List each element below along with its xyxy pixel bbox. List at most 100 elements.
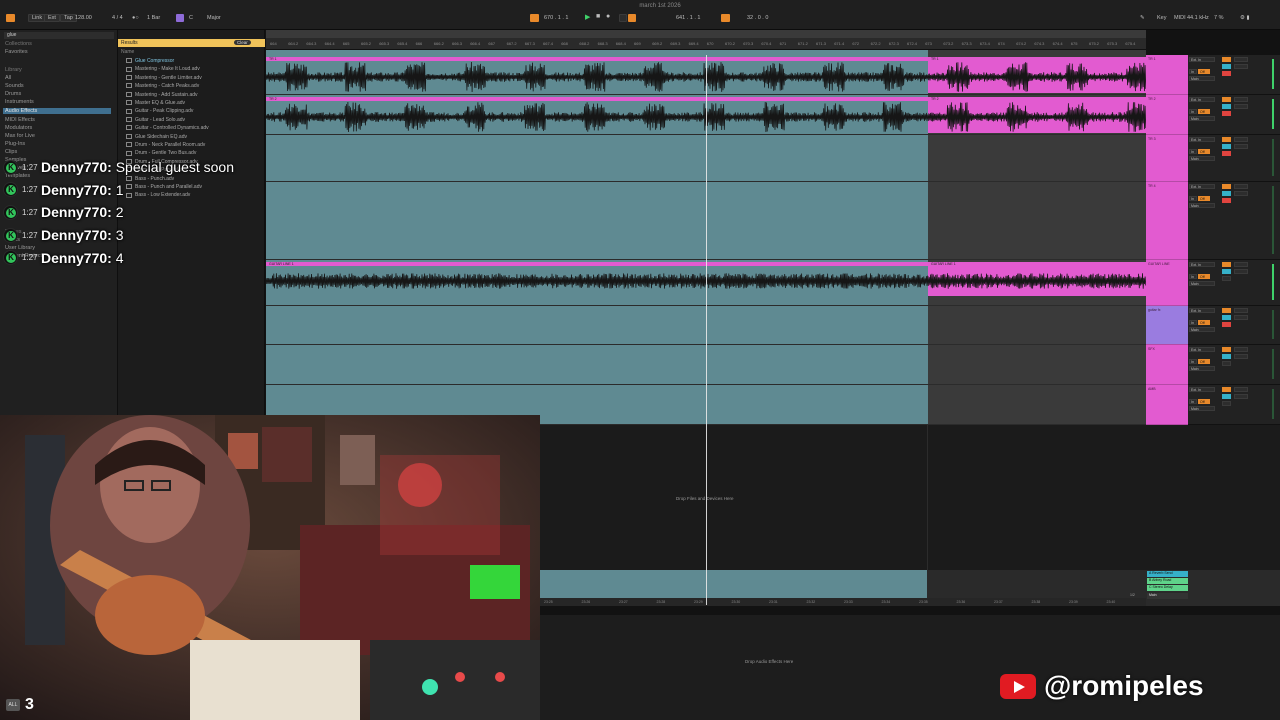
key-root-select[interactable]: C bbox=[189, 15, 193, 21]
result-item[interactable]: Mastering - Catch Peaks.adv bbox=[126, 82, 199, 90]
monitor-off-button[interactable]: Off bbox=[1198, 149, 1210, 154]
loop-switch-icon[interactable] bbox=[721, 14, 730, 22]
audio-clip[interactable] bbox=[265, 101, 929, 133]
volume-field[interactable] bbox=[1234, 137, 1248, 142]
monitor-off-button[interactable]: Off bbox=[1198, 399, 1210, 404]
pan-field[interactable] bbox=[1234, 64, 1248, 69]
return-b-label[interactable]: B Abbey Road bbox=[1147, 578, 1188, 584]
track-name[interactable]: TR 2 bbox=[1146, 95, 1188, 135]
scale-select[interactable]: Major bbox=[207, 15, 221, 21]
monitor-in-button[interactable]: In bbox=[1189, 149, 1197, 154]
arrangement-overdub-icon[interactable] bbox=[530, 14, 539, 22]
return-c-label[interactable]: C Stereo Delay bbox=[1147, 585, 1188, 591]
track-name[interactable]: TR 1 bbox=[1146, 55, 1188, 95]
monitor-off-button[interactable]: Off bbox=[1198, 359, 1210, 364]
arm-button[interactable] bbox=[1222, 198, 1231, 203]
pan-field[interactable] bbox=[1234, 394, 1248, 399]
library-item-sounds[interactable]: Sounds bbox=[5, 83, 24, 89]
input-type-select[interactable]: Ext. In bbox=[1189, 57, 1215, 62]
result-item[interactable]: Glue Sidechain EQ.adv bbox=[126, 133, 187, 141]
output-select[interactable]: Main bbox=[1189, 116, 1215, 121]
metronome-icon[interactable]: ●○ bbox=[132, 15, 139, 21]
library-item-max-for-live[interactable]: Max for Live bbox=[5, 133, 35, 139]
track-activator-button[interactable] bbox=[1222, 57, 1231, 62]
monitor-in-button[interactable]: In bbox=[1189, 359, 1197, 364]
pan-field[interactable] bbox=[1234, 144, 1248, 149]
track-activator-button[interactable] bbox=[1222, 97, 1231, 102]
arm-button[interactable] bbox=[1222, 71, 1231, 76]
volume-field[interactable] bbox=[1234, 57, 1248, 62]
output-select[interactable]: Main bbox=[1189, 76, 1215, 81]
clear-search-button[interactable]: Clear bbox=[234, 40, 251, 45]
pan-field[interactable] bbox=[1234, 354, 1248, 359]
track-drop-area[interactable]: Drop Files and Devices Here bbox=[540, 425, 1280, 570]
input-type-select[interactable]: Ext. In bbox=[1189, 137, 1215, 142]
track-name[interactable]: guitar fx bbox=[1146, 306, 1188, 345]
arm-button[interactable] bbox=[1222, 322, 1231, 327]
record-icon[interactable]: ● bbox=[606, 13, 610, 20]
library-item-drums[interactable]: Drums bbox=[5, 91, 21, 97]
result-item[interactable]: Drum - Gentle Two Bus.adv bbox=[126, 149, 196, 157]
play-icon[interactable]: ▶ bbox=[585, 13, 590, 21]
audio-clip[interactable] bbox=[265, 61, 929, 93]
result-item[interactable]: Mastering - Make It Loud.adv bbox=[126, 65, 200, 73]
track-name[interactable]: SFX bbox=[1146, 345, 1188, 385]
library-item-instruments[interactable]: Instruments bbox=[5, 99, 34, 105]
track-name[interactable]: GUITAR LINE bbox=[1146, 260, 1188, 306]
track-activator-button[interactable] bbox=[1222, 262, 1231, 267]
solo-button[interactable] bbox=[1222, 144, 1231, 149]
track-activator-button[interactable] bbox=[1222, 184, 1231, 189]
result-item[interactable]: Glue Compressor bbox=[126, 57, 174, 65]
sidebar-toggle-icon[interactable] bbox=[6, 14, 15, 22]
result-item[interactable]: Guitar - Controlled Dynamics.adv bbox=[126, 124, 209, 132]
loop-start-field[interactable]: 641 . 1 . 1 bbox=[676, 15, 700, 21]
library-item-all[interactable]: All bbox=[5, 75, 11, 81]
pan-field[interactable] bbox=[1234, 269, 1248, 274]
audio-clip[interactable] bbox=[265, 266, 929, 296]
output-select[interactable]: Main bbox=[1189, 156, 1215, 161]
song-position-field[interactable]: 670 . 1 . 1 bbox=[544, 15, 568, 21]
monitor-in-button[interactable]: In bbox=[1189, 399, 1197, 404]
collection-item-favorites[interactable]: Favorites bbox=[5, 49, 28, 55]
result-item[interactable]: Master EQ & Glue.adv bbox=[126, 99, 185, 107]
result-item[interactable]: Mastering - Gentle Limiter.adv bbox=[126, 74, 202, 82]
volume-field[interactable] bbox=[1234, 347, 1248, 352]
track-name[interactable]: TR 3 bbox=[1146, 135, 1188, 182]
track-activator-button[interactable] bbox=[1222, 137, 1231, 142]
arm-button[interactable] bbox=[1222, 401, 1231, 406]
output-select[interactable]: Main bbox=[1189, 327, 1215, 332]
result-item[interactable]: Drum - Neck Parallel Room.adv bbox=[126, 141, 205, 149]
audio-clip[interactable] bbox=[927, 266, 1147, 296]
monitor-off-button[interactable]: Off bbox=[1198, 109, 1210, 114]
volume-field[interactable] bbox=[1234, 184, 1248, 189]
solo-button[interactable] bbox=[1222, 315, 1231, 320]
monitor-in-button[interactable]: In bbox=[1189, 320, 1197, 325]
library-item-modulators[interactable]: Modulators bbox=[5, 125, 32, 131]
tempo-field[interactable]: 128.00 bbox=[75, 15, 92, 21]
solo-button[interactable] bbox=[1222, 64, 1231, 69]
audio-clip[interactable] bbox=[927, 101, 1147, 133]
arm-button[interactable] bbox=[1222, 361, 1231, 366]
solo-button[interactable] bbox=[1222, 191, 1231, 196]
result-item[interactable]: Guitar - Lead Solo.adv bbox=[126, 116, 185, 124]
arm-button[interactable] bbox=[1222, 151, 1231, 156]
midi-map-button[interactable]: MIDI bbox=[1174, 15, 1186, 21]
result-item[interactable]: Guitar - Peak Clipping.adv bbox=[126, 107, 193, 115]
output-select[interactable]: Main bbox=[1189, 406, 1215, 411]
automation-arm-icon[interactable] bbox=[628, 14, 636, 22]
monitor-off-button[interactable]: Off bbox=[1198, 320, 1210, 325]
monitor-in-button[interactable]: In bbox=[1189, 109, 1197, 114]
track-name[interactable]: AMB bbox=[1146, 385, 1188, 425]
monitor-off-button[interactable]: Off bbox=[1198, 69, 1210, 74]
pencil-icon[interactable]: ✎ bbox=[1140, 15, 1145, 21]
monitor-in-button[interactable]: In bbox=[1189, 196, 1197, 201]
track-activator-button[interactable] bbox=[1222, 347, 1231, 352]
quantize-select[interactable]: 1 Bar bbox=[147, 15, 160, 21]
volume-field[interactable] bbox=[1234, 308, 1248, 313]
pan-field[interactable] bbox=[1234, 104, 1248, 109]
solo-button[interactable] bbox=[1222, 104, 1231, 109]
input-type-select[interactable]: Ext. In bbox=[1189, 97, 1215, 102]
output-select[interactable]: Main bbox=[1189, 281, 1215, 286]
master-output-label[interactable]: Main bbox=[1147, 593, 1188, 599]
track-activator-button[interactable] bbox=[1222, 387, 1231, 392]
